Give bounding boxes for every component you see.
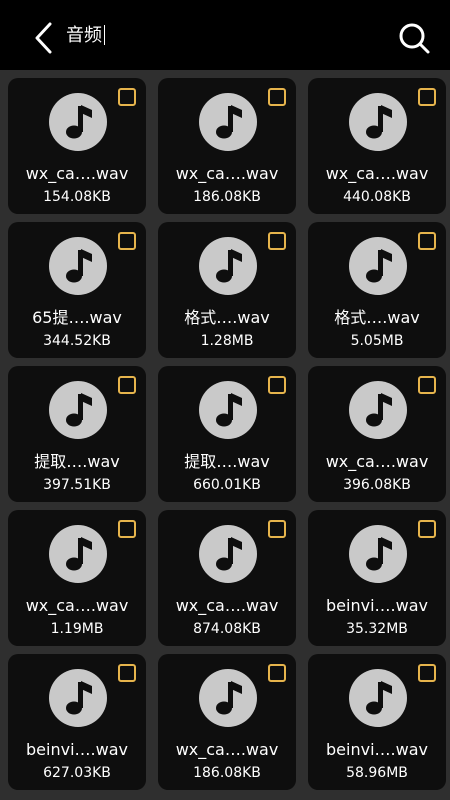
search-icon[interactable] bbox=[396, 20, 432, 56]
file-size: 58.96MB bbox=[346, 765, 408, 781]
file-name: 提取….wav bbox=[34, 452, 120, 471]
file-name: wx_ca….wav bbox=[175, 164, 279, 183]
page-title[interactable]: 音频 bbox=[66, 24, 105, 48]
select-checkbox[interactable] bbox=[118, 232, 136, 250]
page-title-text: 音频 bbox=[66, 25, 102, 46]
file-name: wx_ca….wav bbox=[175, 740, 279, 759]
file-name: wx_ca….wav bbox=[25, 164, 129, 183]
music-note-icon bbox=[349, 237, 407, 295]
audio-file-tile[interactable]: 格式….wav 1.28MB bbox=[158, 222, 296, 358]
file-size: 1.28MB bbox=[200, 333, 254, 349]
select-checkbox[interactable] bbox=[268, 520, 286, 538]
file-size: 186.08KB bbox=[193, 765, 261, 781]
music-note-icon bbox=[349, 93, 407, 151]
file-name: wx_ca….wav bbox=[25, 596, 129, 615]
file-name: beinvi….wav bbox=[26, 740, 128, 759]
file-size: 344.52KB bbox=[43, 333, 111, 349]
file-size: 660.01KB bbox=[193, 477, 261, 493]
music-note-icon bbox=[49, 525, 107, 583]
select-checkbox[interactable] bbox=[268, 232, 286, 250]
file-size: 154.08KB bbox=[43, 189, 111, 205]
file-name: 格式….wav bbox=[334, 308, 420, 327]
file-size: 874.08KB bbox=[193, 621, 261, 637]
audio-file-tile[interactable]: wx_ca….wav 874.08KB bbox=[158, 510, 296, 646]
file-name: wx_ca….wav bbox=[325, 452, 429, 471]
audio-file-tile[interactable]: wx_ca….wav 396.08KB bbox=[308, 366, 446, 502]
select-checkbox[interactable] bbox=[118, 88, 136, 106]
select-checkbox[interactable] bbox=[268, 88, 286, 106]
audio-file-tile[interactable]: wx_ca….wav 440.08KB bbox=[308, 78, 446, 214]
file-name: beinvi….wav bbox=[326, 596, 428, 615]
select-checkbox[interactable] bbox=[118, 664, 136, 682]
select-checkbox[interactable] bbox=[268, 376, 286, 394]
file-name: wx_ca….wav bbox=[325, 164, 429, 183]
select-checkbox[interactable] bbox=[418, 520, 436, 538]
audio-file-tile[interactable]: wx_ca….wav 1.19MB bbox=[8, 510, 146, 646]
back-icon[interactable] bbox=[28, 18, 62, 58]
file-name: beinvi….wav bbox=[326, 740, 428, 759]
file-size: 440.08KB bbox=[343, 189, 411, 205]
music-note-icon bbox=[49, 237, 107, 295]
file-name: 格式….wav bbox=[184, 308, 270, 327]
audio-file-tile[interactable]: beinvi….wav 58.96MB bbox=[308, 654, 446, 790]
file-name: 65提….wav bbox=[32, 308, 122, 327]
audio-file-tile[interactable]: beinvi….wav 35.32MB bbox=[308, 510, 446, 646]
file-size: 1.19MB bbox=[50, 621, 104, 637]
music-note-icon bbox=[49, 669, 107, 727]
file-size: 186.08KB bbox=[193, 189, 261, 205]
music-note-icon bbox=[349, 525, 407, 583]
select-checkbox[interactable] bbox=[418, 88, 436, 106]
music-note-icon bbox=[199, 237, 257, 295]
select-checkbox[interactable] bbox=[418, 376, 436, 394]
music-note-icon bbox=[199, 93, 257, 151]
select-checkbox[interactable] bbox=[418, 232, 436, 250]
audio-file-tile[interactable]: wx_ca….wav 154.08KB bbox=[8, 78, 146, 214]
file-name: wx_ca….wav bbox=[175, 596, 279, 615]
music-note-icon bbox=[49, 93, 107, 151]
file-name: 提取….wav bbox=[184, 452, 270, 471]
select-checkbox[interactable] bbox=[268, 664, 286, 682]
audio-file-tile[interactable]: 格式….wav 5.05MB bbox=[308, 222, 446, 358]
music-note-icon bbox=[349, 381, 407, 439]
file-size: 5.05MB bbox=[350, 333, 404, 349]
file-size: 627.03KB bbox=[43, 765, 111, 781]
audio-file-tile[interactable]: 提取….wav 660.01KB bbox=[158, 366, 296, 502]
audio-file-tile[interactable]: 65提….wav 344.52KB bbox=[8, 222, 146, 358]
select-checkbox[interactable] bbox=[118, 376, 136, 394]
file-size: 397.51KB bbox=[43, 477, 111, 493]
file-size: 396.08KB bbox=[343, 477, 411, 493]
music-note-icon bbox=[199, 381, 257, 439]
text-caret bbox=[104, 25, 105, 45]
music-note-icon bbox=[199, 669, 257, 727]
top-bar: 音频 bbox=[0, 0, 450, 70]
music-note-icon bbox=[199, 525, 257, 583]
audio-file-tile[interactable]: wx_ca….wav 186.08KB bbox=[158, 654, 296, 790]
audio-file-tile[interactable]: 提取….wav 397.51KB bbox=[8, 366, 146, 502]
audio-file-grid: wx_ca….wav 154.08KB wx_ca….wav 186.08KB wx_c… bbox=[0, 70, 450, 800]
select-checkbox[interactable] bbox=[118, 520, 136, 538]
music-note-icon bbox=[49, 381, 107, 439]
audio-file-tile[interactable]: wx_ca….wav 186.08KB bbox=[158, 78, 296, 214]
music-note-icon bbox=[349, 669, 407, 727]
select-checkbox[interactable] bbox=[418, 664, 436, 682]
audio-file-tile[interactable]: beinvi….wav 627.03KB bbox=[8, 654, 146, 790]
file-size: 35.32MB bbox=[346, 621, 408, 637]
